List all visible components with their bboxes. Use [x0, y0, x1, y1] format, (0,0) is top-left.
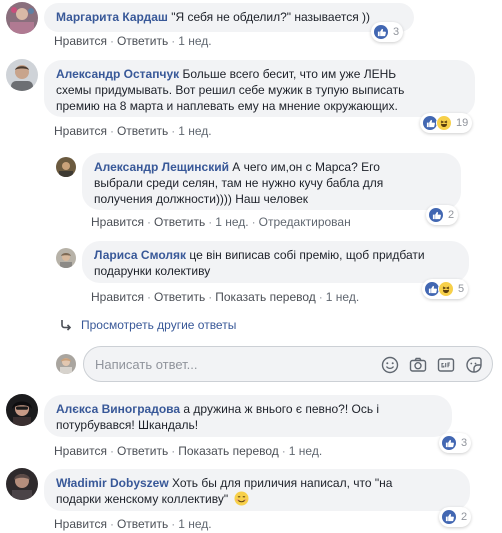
comment-text: потурбувався! Шкандаль!	[56, 418, 199, 432]
emoji-icon[interactable]	[380, 355, 400, 375]
reply-link[interactable]: Ответить	[117, 124, 168, 138]
reaction-count: 3	[393, 26, 400, 38]
comment-text: получения должности)))) Наш человек	[94, 192, 309, 206]
show-translation-link[interactable]: Показать перевод	[215, 290, 316, 304]
reply-arrow-icon	[59, 318, 73, 332]
reaction-count: 19	[456, 117, 469, 129]
more-replies-link[interactable]: Просмотреть другие ответы	[59, 318, 236, 332]
comment-text: Хоть бы для приличия написал, что "на	[172, 476, 393, 490]
comment-author[interactable]: Алєкса Виноградова	[56, 402, 180, 416]
timestamp[interactable]: 1 нед.	[215, 215, 248, 229]
show-translation-link[interactable]: Показать перевод	[178, 444, 279, 458]
avatar[interactable]	[56, 248, 76, 268]
like-link[interactable]: Нравится	[54, 124, 107, 138]
reaction-count: 3	[461, 437, 468, 449]
avatar[interactable]	[6, 468, 38, 500]
like-link[interactable]: Нравится	[54, 517, 107, 531]
reaction-summary[interactable]: 3	[371, 22, 404, 42]
reply-link[interactable]: Ответить	[154, 215, 205, 229]
avatar[interactable]	[56, 157, 76, 177]
comment-bubble: Маргарита Кардаш "Я себя не обделил?" на…	[44, 3, 414, 32]
reaction-summary[interactable]: 2	[426, 205, 459, 225]
like-icon	[428, 207, 444, 223]
comment-actions: Нравится · Ответить · 1 нед.	[54, 124, 212, 138]
comment-text: подарки женскому коллективу"	[56, 492, 229, 506]
haha-icon	[436, 115, 452, 131]
haha-icon	[438, 281, 454, 297]
reply-link[interactable]: Ответить	[117, 517, 168, 531]
comment-bubble: Władimir Dobyszew Хоть бы для приличия н…	[44, 469, 470, 511]
like-link[interactable]: Нравится	[91, 215, 144, 229]
like-link[interactable]: Нравится	[91, 290, 144, 304]
more-replies-label: Просмотреть другие ответы	[81, 318, 237, 332]
reply-input[interactable]: Написать ответ...	[95, 357, 198, 372]
timestamp[interactable]: 1 нед.	[326, 290, 359, 304]
comment-actions: Нравится · Ответить · 1 нед.	[54, 34, 212, 48]
comment-text: подарунки колективу	[94, 264, 211, 278]
comment-author[interactable]: Лариса Смоляк	[94, 248, 186, 262]
comment-text: а дружина ж внього є певно?! Ось і	[183, 402, 380, 416]
comment-actions: Нравится · Ответить · Показать перевод · 1 нед…	[54, 444, 323, 458]
reaction-summary[interactable]: 3	[439, 433, 472, 453]
reply-link[interactable]: Ответить	[117, 444, 168, 458]
comment-bubble: Алєкса Виноградова а дружина ж внього є …	[44, 395, 452, 437]
comment-text: схемы придумывать. Вот решил себе мужик …	[56, 83, 405, 97]
reply-bubble: Александр Лещинский А чего им,он с Марса…	[82, 153, 461, 210]
timestamp[interactable]: 1 нед.	[289, 444, 322, 458]
comment-text: Больше всего бесит, что им уже ЛЕНЬ	[182, 67, 397, 81]
timestamp[interactable]: 1 нед.	[178, 124, 211, 138]
sticker-icon[interactable]	[464, 355, 484, 375]
avatar[interactable]	[6, 394, 38, 426]
like-link[interactable]: Нравится	[54, 444, 107, 458]
reaction-count: 2	[448, 209, 455, 221]
reaction-count: 2	[461, 511, 468, 523]
comment-text: А чего им,он с Марса? Его	[232, 160, 380, 174]
edited-label[interactable]: Отредактирован	[259, 215, 351, 229]
comment-author[interactable]: Маргарита Кардаш	[56, 10, 168, 24]
reaction-count: 5	[458, 283, 465, 295]
comment-author[interactable]: Александр Лещинский	[94, 160, 229, 174]
comment-text: це він виписав собі премію, щоб придбати	[189, 248, 425, 262]
reply-link[interactable]: Ответить	[117, 34, 168, 48]
avatar[interactable]	[6, 2, 38, 34]
reply-link[interactable]: Ответить	[154, 290, 205, 304]
reaction-summary[interactable]: 19	[420, 113, 473, 133]
like-icon	[441, 435, 457, 451]
comment-author[interactable]: Александр Остапчук	[56, 67, 179, 81]
comment-text: выбрали среди селян, там не нужно кучу б…	[94, 176, 384, 190]
comment-text: "Я себя не обделил?" называется ))	[171, 10, 371, 24]
comment-actions: Нравится · Ответить · 1 нед.	[54, 517, 212, 531]
reaction-summary[interactable]: 5	[422, 279, 469, 299]
smile-emoji-icon	[234, 491, 249, 510]
reply-composer[interactable]: Написать ответ...	[83, 346, 493, 382]
comment-bubble: Александр Остапчук Больше всего бесит, ч…	[44, 60, 475, 117]
comment-author[interactable]: Władimir Dobyszew	[56, 476, 169, 490]
avatar	[56, 354, 76, 374]
comment-text: премию на 8 марта и наплевать ему на мне…	[56, 99, 398, 113]
timestamp[interactable]: 1 нед.	[178, 34, 211, 48]
comment-actions: Нравится · Ответить · 1 нед. · Отредактирован	[91, 215, 351, 229]
like-icon	[373, 24, 389, 40]
reaction-summary[interactable]: 2	[439, 507, 472, 527]
gif-icon[interactable]	[436, 355, 456, 375]
like-icon	[441, 509, 457, 525]
timestamp[interactable]: 1 нед.	[178, 517, 211, 531]
camera-icon[interactable]	[408, 355, 428, 375]
like-link[interactable]: Нравится	[54, 34, 107, 48]
comment-actions: Нравится · Ответить · Показать перевод · 1 нед…	[91, 290, 360, 304]
reply-bubble: Лариса Смоляк це він виписав собі премію…	[82, 241, 469, 283]
avatar[interactable]	[6, 59, 38, 91]
